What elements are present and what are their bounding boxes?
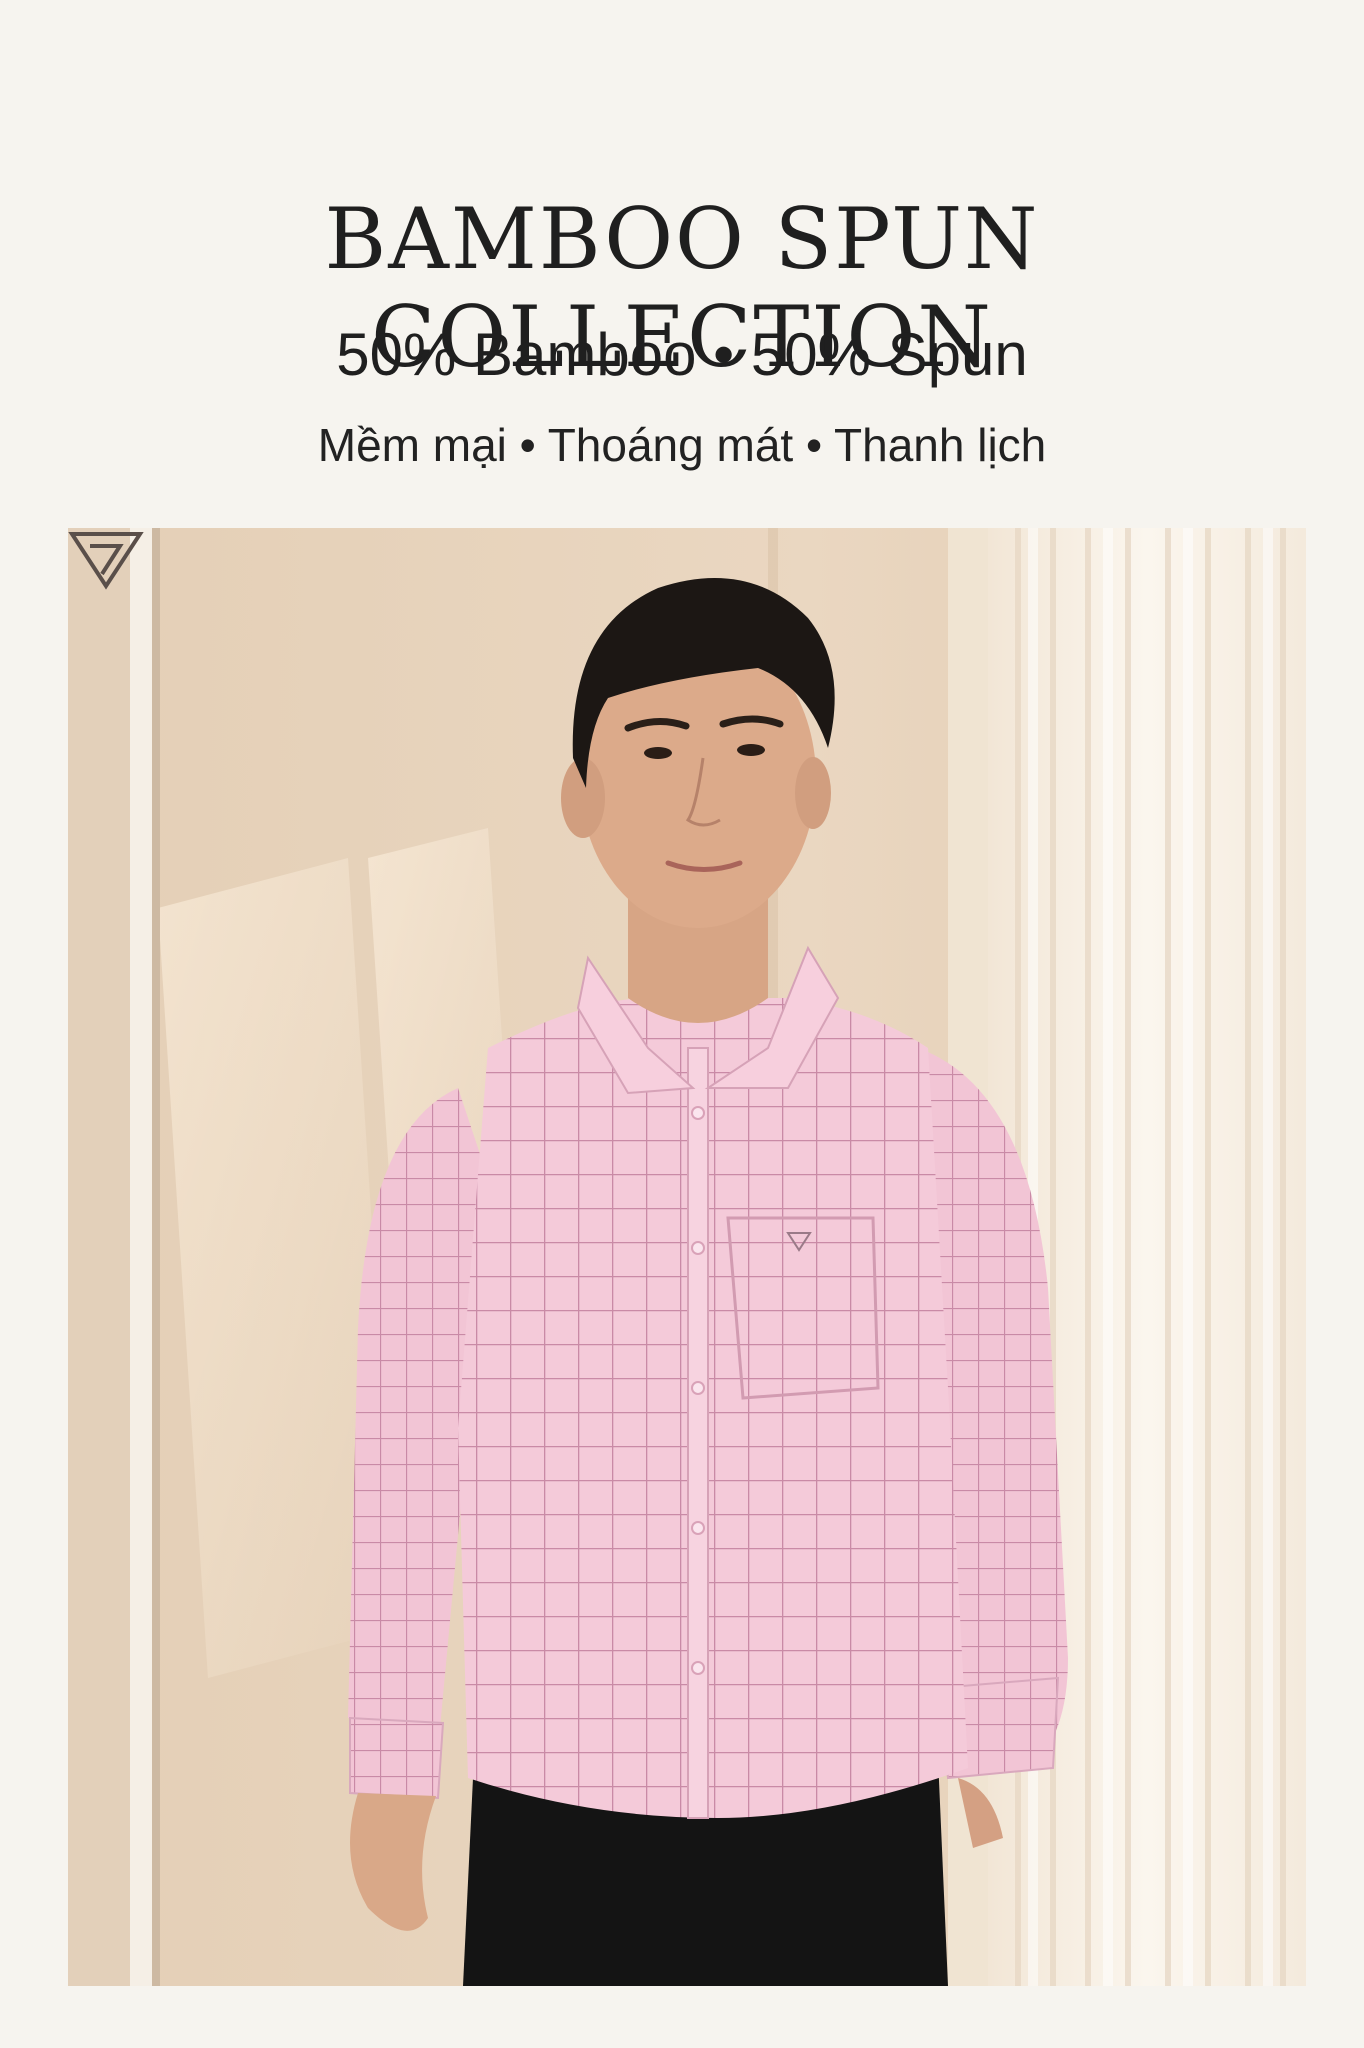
shirt	[458, 998, 968, 1818]
header: BAMBOO SPUN COLLECTION 50% Bamboo • 50% …	[0, 0, 1364, 520]
fabric-composition: 50% Bamboo • 50% Spun	[336, 321, 1028, 388]
triangle-monogram-icon	[68, 532, 144, 590]
photo-illustration	[68, 528, 1306, 1986]
product-photo	[68, 528, 1306, 1986]
tagline: Mềm mại • Thoáng mát • Thanh lịch	[317, 419, 1047, 471]
window-frame	[68, 528, 160, 1986]
